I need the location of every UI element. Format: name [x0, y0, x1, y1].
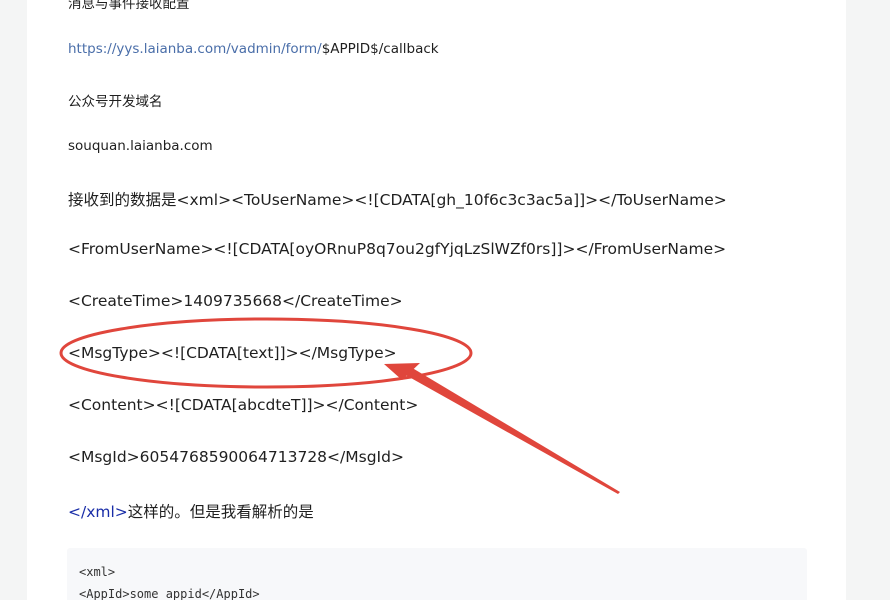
code-line-2: <AppId>some_appid</AppId>	[79, 587, 260, 600]
callback-url-suffix: $APPID$/callback	[321, 41, 439, 57]
page: 消息与事件接收配置 https://yys.laianba.com/vadmin…	[0, 0, 890, 600]
domain-label: 公众号开发域名	[68, 94, 163, 110]
domain-value: souquan.laianba.com	[68, 138, 213, 154]
received-line-6: <MsgId>6054768590064713728</MsgId>	[68, 448, 404, 466]
callback-url-link[interactable]: https://yys.laianba.com/vadmin/form/	[68, 41, 322, 57]
received-line-2: <FromUserName><![CDATA[oyORnuP8q7ou2gfYj…	[68, 240, 727, 258]
received-line-1: 接收到的数据是<xml><ToUserName><![CDATA[gh_10f6…	[68, 188, 727, 210]
received-intro: 接收到的数据是	[68, 191, 177, 209]
received-line-3: <CreateTime>1409735668</CreateTime>	[68, 292, 403, 310]
received-xml-1: <xml><ToUserName><![CDATA[gh_10f6c3c3ac5…	[176, 191, 727, 209]
section-heading: 消息与事件接收配置	[68, 0, 190, 12]
callback-url: https://yys.laianba.com/vadmin/form/$APP…	[68, 41, 439, 57]
received-line-5: <Content><![CDATA[abcdteT]]></Content>	[68, 396, 419, 414]
received-line-4: <MsgType><![CDATA[text]]></MsgType>	[68, 344, 397, 362]
code-block: <xml> <AppId>some_appid</AppId>	[67, 548, 807, 600]
closing-line: </xml>这样的。但是我看解析的是	[68, 500, 314, 522]
closing-text: 这样的。但是我看解析的是	[127, 503, 314, 521]
code-line-1: <xml>	[79, 565, 116, 579]
closing-xml-tag: </xml>	[68, 503, 128, 521]
